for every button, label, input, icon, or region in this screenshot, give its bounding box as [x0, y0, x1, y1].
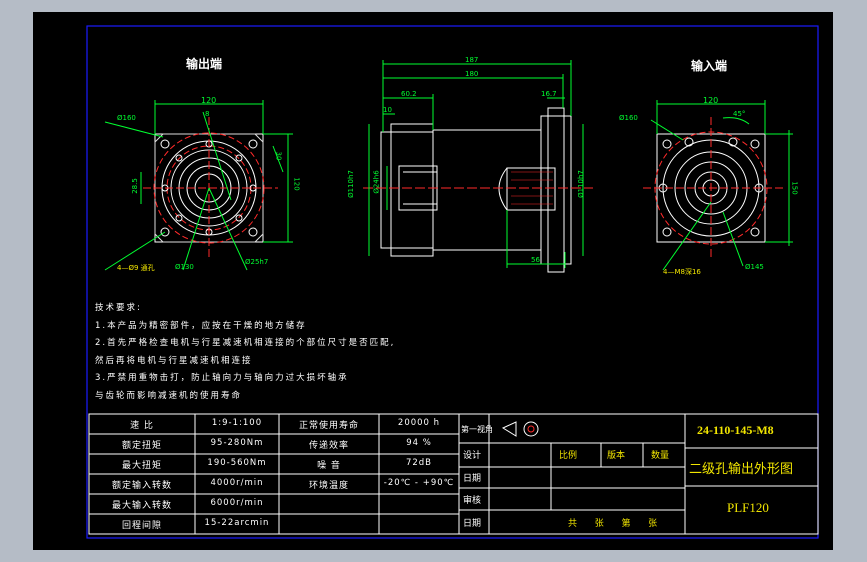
spec-cell: 72dB [405, 458, 433, 468]
dim-output-key: 28.5 [130, 178, 139, 194]
dim-side-bottom: 56 [531, 256, 540, 264]
dim-input-width: 120 [703, 96, 719, 105]
note-line: 2.首先严格检查电机与行星减速机相连接的个部位尺寸是否匹配, [95, 338, 396, 348]
quantity-label: 数量 [651, 451, 670, 461]
note-line: 3.严禁用重物击打，防止轴向力与轴向力过大损坏轴承 [95, 373, 349, 383]
note-line: 然后再将电机与行星减速机相连接 [95, 355, 253, 366]
dim-output-side-small: 30 [274, 151, 283, 161]
spec-cell: 最大输入转数 [111, 501, 172, 511]
spec-cell: 噪 音 [317, 461, 341, 471]
spec-cell: 速 比 [130, 421, 154, 431]
note-line: 与齿轮而影响减速机的使用寿命 [95, 390, 243, 401]
dim-input-dia: Ø145 [745, 263, 764, 271]
spec-cell: 6000r/min [210, 498, 264, 508]
spec-cell: 额定输入转数 [111, 481, 172, 491]
spec-cell: 额定扭矩 [121, 441, 162, 451]
drawing-title: 二级孔输出外形图 [689, 462, 794, 477]
dim-output-pcd: Ø160 [117, 114, 136, 122]
review-label: 审核 [463, 496, 482, 506]
spec-cell: 95-280Nm [210, 438, 264, 448]
dim-input-pcd: Ø160 [619, 114, 638, 122]
spec-cell: 20000 h [397, 418, 441, 428]
dim-output-spigot: Ø130 [175, 263, 194, 271]
date2-label: 日期 [463, 519, 482, 529]
spec-cell: 传递效率 [308, 441, 349, 451]
drawing-number: 24-110-145-M8 [697, 423, 774, 437]
dim-side-small1: 10 [383, 106, 392, 114]
spec-cell: 4000r/min [210, 478, 264, 488]
drawing-viewport: 输出端 输入端 120 8 Ø160 120 30 28.5 4—Ø9 通孔 Ø… [33, 12, 833, 550]
version-label: 版本 [607, 451, 626, 461]
side-view [363, 60, 593, 273]
note-line: 技术要求: [95, 303, 142, 313]
spec-cell: 正常使用寿命 [298, 421, 359, 431]
dim-output-shaft: Ø25h7 [245, 258, 269, 266]
output-view-label: 输出端 [186, 57, 223, 71]
dim-side-total: 187 [465, 56, 479, 64]
dim-output-top-small: 8 [205, 110, 210, 118]
scale-label: 比例 [559, 451, 578, 461]
dim-side-d2: Ø24h6 [372, 170, 381, 194]
dim-side-body: 180 [465, 70, 479, 78]
spec-cell: 环境温度 [308, 481, 349, 491]
spec-cell: 15-22arcmin [204, 518, 270, 528]
dim-side-d1: Ø110h7 [346, 170, 355, 198]
model-number: PLF120 [727, 500, 769, 515]
spec-cell: -20℃ - +90℃ [383, 478, 455, 488]
dim-output-square: 120 [292, 177, 301, 191]
dim-side-front: 60.2 [401, 90, 417, 98]
sheets-label: 共 张 第 张 [568, 519, 662, 529]
date-label: 日期 [463, 474, 482, 484]
dim-side-small2: 16.7 [541, 90, 557, 98]
note-line: 1.本产品为精密部件，应按在干燥的地方储存 [95, 320, 307, 331]
spec-cell: 94 % [406, 438, 432, 448]
dim-side-d3: Ø110h7 [576, 170, 585, 198]
dim-output-width: 120 [201, 96, 217, 105]
spec-cell: 1:9-1:100 [211, 418, 263, 428]
design-label: 设计 [463, 451, 482, 461]
spec-table [88, 413, 460, 535]
spec-cell: 190-560Nm [207, 458, 267, 468]
dim-input-angle: 45° [733, 110, 746, 118]
dim-output-holes: 4—Ø9 通孔 [117, 264, 155, 272]
input-view-label: 输入端 [691, 59, 728, 73]
projection-label: 第一视角 [461, 425, 493, 434]
spec-cell: 最大扭矩 [121, 461, 162, 471]
dim-input-side: 150 [790, 181, 799, 195]
dim-input-holes: 4—M8深16 [663, 268, 701, 276]
spec-cell: 回程间隙 [121, 521, 162, 531]
input-end-view [643, 100, 793, 271]
technical-notes: 技术要求: 1.本产品为精密部件，应按在干燥的地方储存 2.首先严格检查电机与行… [95, 300, 395, 405]
